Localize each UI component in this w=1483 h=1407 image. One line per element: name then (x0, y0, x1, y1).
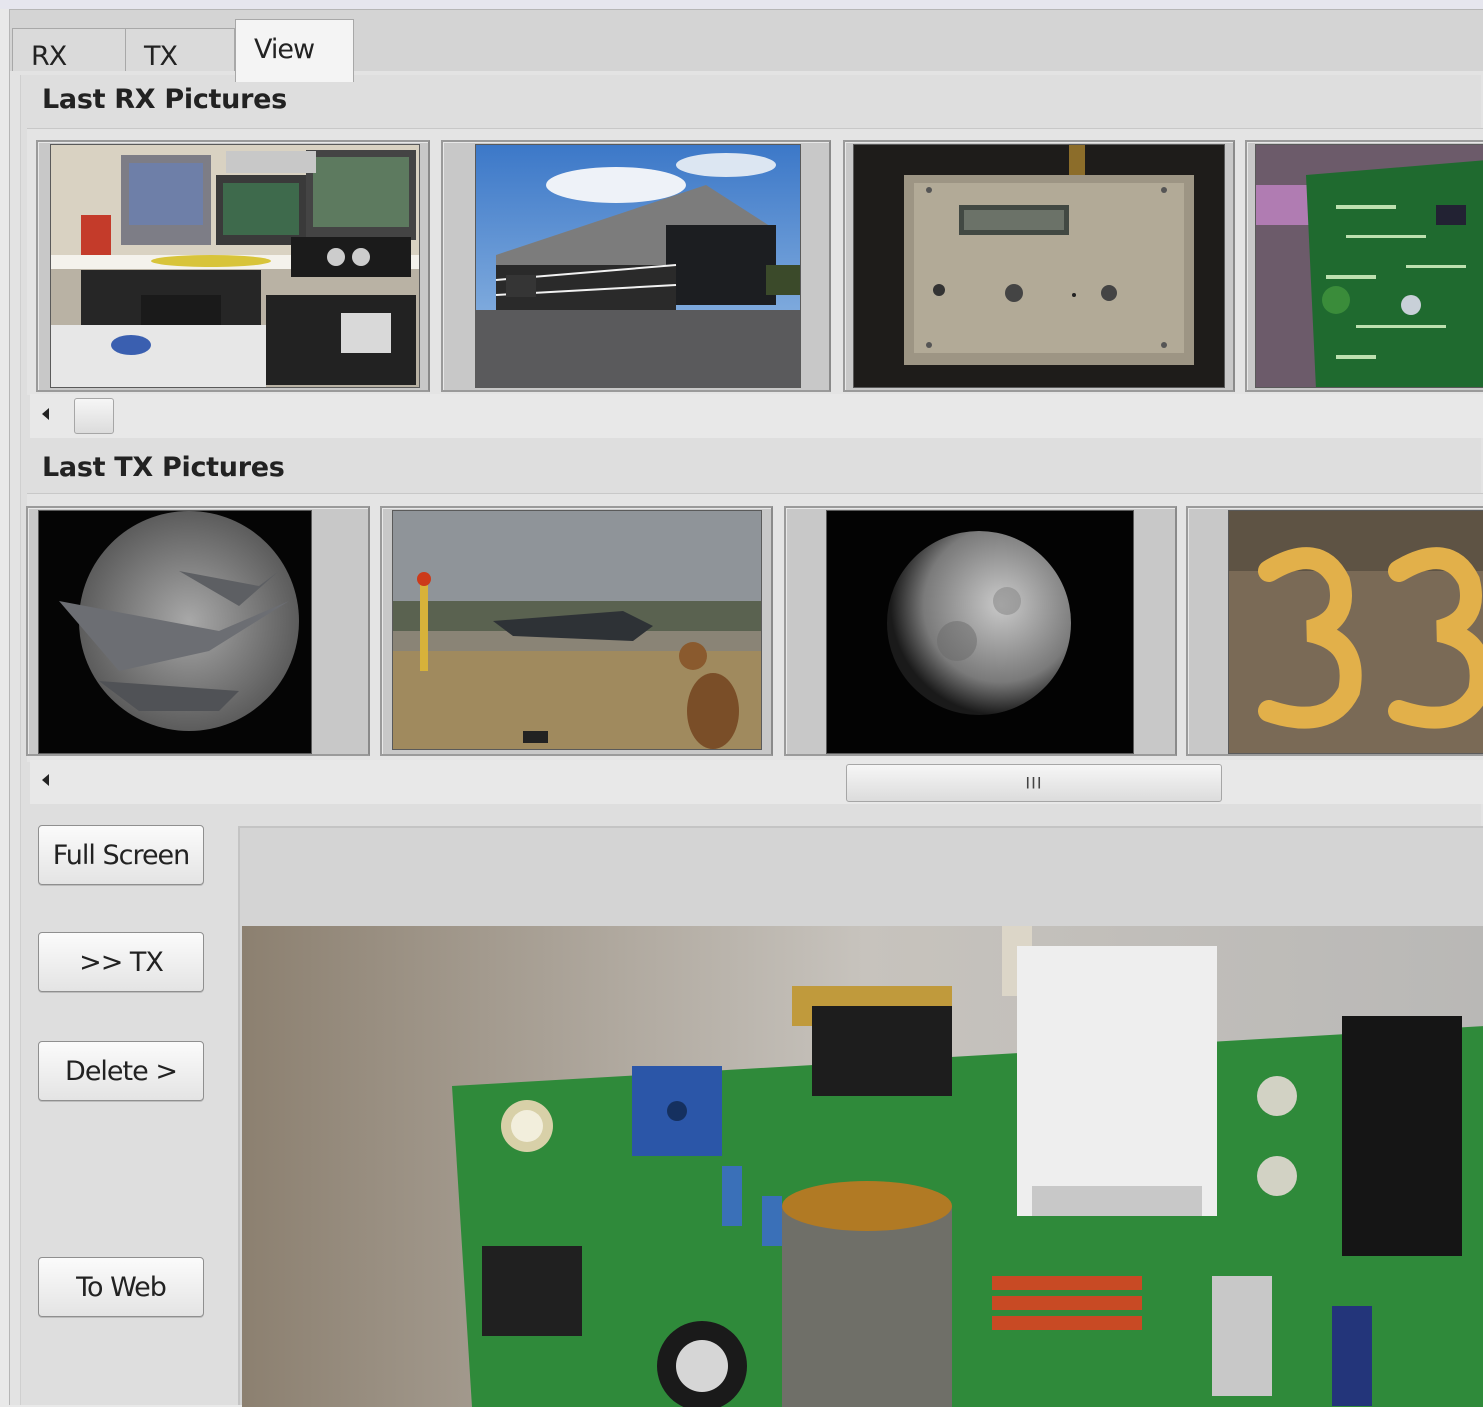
to-web-label: To Web (76, 1271, 167, 1303)
rx-thumb-2[interactable] (441, 140, 831, 392)
rx-picture-building (475, 144, 801, 388)
tx-picture-jets-moon (38, 510, 312, 754)
rx-thumb-4[interactable] (1245, 140, 1483, 392)
selected-picture (242, 926, 1483, 1407)
tab-tx-label: TX (144, 41, 178, 72)
send-to-tx-button[interactable]: >> TX (38, 932, 204, 992)
tx-scroll-thumb[interactable]: III (846, 764, 1222, 802)
tab-bar: RX TX View (9, 9, 1483, 82)
delete-button[interactable]: Delete > (38, 1041, 204, 1101)
tx-thumb-2[interactable] (380, 506, 773, 756)
rx-picture-enclosure (853, 144, 1225, 388)
rx-picture-radio-shack (50, 144, 420, 388)
window-top-edge (0, 0, 1483, 9)
rx-scrollbar[interactable] (30, 394, 1483, 438)
tx-picture-airfield-dog (392, 510, 762, 750)
tx-scrollbar[interactable]: III (30, 760, 1483, 804)
full-screen-label: Full Screen (52, 839, 191, 871)
send-to-tx-label: >> TX (79, 946, 164, 978)
tab-view[interactable]: View (235, 19, 354, 82)
tx-picture-number-33 (1228, 510, 1483, 754)
scroll-grip: III (1025, 773, 1043, 793)
scroll-left-icon[interactable] (42, 408, 49, 420)
tx-picture-moon (826, 510, 1134, 754)
scroll-left-icon[interactable] (42, 774, 49, 786)
delete-label: Delete > (65, 1055, 178, 1087)
tab-view-label: View (254, 34, 315, 65)
rx-scroll-thumb[interactable] (74, 398, 114, 434)
status-bar-artifact (0, 1383, 1483, 1405)
picture-view-area (238, 826, 1483, 1407)
tab-rx-label: RX (31, 41, 67, 72)
tx-thumb-3[interactable] (784, 506, 1177, 756)
rx-thumb-1[interactable] (36, 140, 430, 392)
tx-thumb-1[interactable] (26, 506, 370, 756)
rx-picture-circuit-board (1255, 144, 1483, 388)
rx-section-title: Last RX Pictures (42, 84, 287, 115)
rx-thumb-3[interactable] (843, 140, 1235, 392)
full-screen-button[interactable]: Full Screen (38, 825, 204, 885)
to-web-button[interactable]: To Web (38, 1257, 204, 1317)
tx-thumb-4[interactable] (1186, 506, 1483, 756)
tx-section-title: Last TX Pictures (42, 452, 285, 483)
